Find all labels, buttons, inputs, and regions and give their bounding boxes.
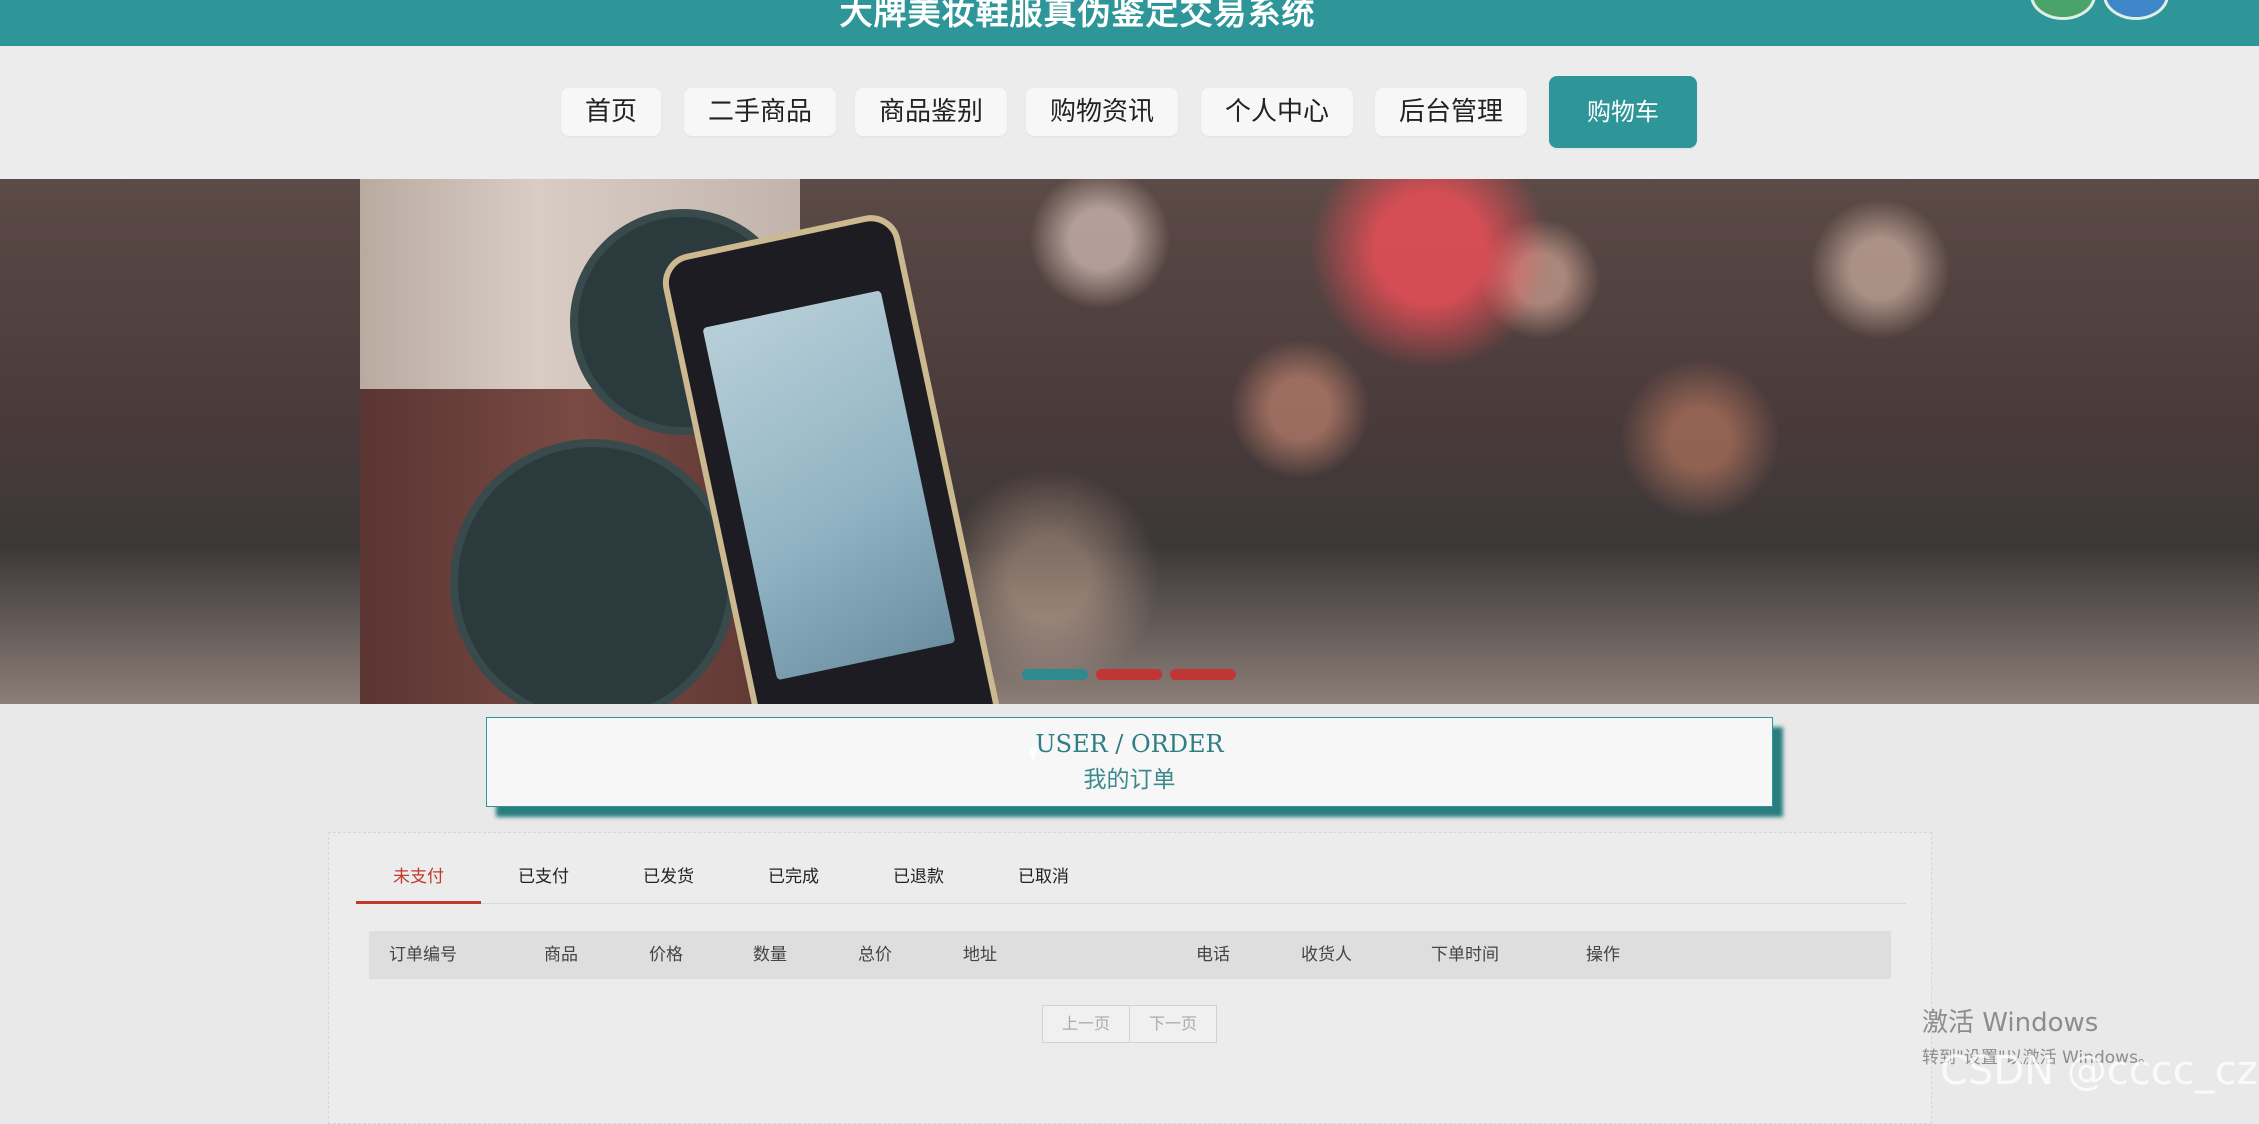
column-order-id: 订单编号 <box>389 945 457 965</box>
tab-shipped[interactable]: 已发货 <box>606 859 731 901</box>
orders-panel: 未支付 已支付 已发货 已完成 已退款 已取消 订单编号 商品 价格 数量 总价… <box>328 832 1932 1124</box>
nav-identify[interactable]: 商品鉴别 <box>855 88 1008 136</box>
prev-page-button[interactable]: 上一页 <box>1043 1006 1129 1042</box>
nav-news[interactable]: 购物资讯 <box>1026 88 1179 136</box>
order-status-tabs: 未支付 已支付 已发货 已完成 已退款 已取消 <box>356 859 1906 904</box>
carousel-dot-2[interactable] <box>1096 669 1162 680</box>
site-title: 大牌美妆鞋服真伪鉴定交易系统 <box>839 0 1316 32</box>
column-quantity: 数量 <box>753 945 787 965</box>
nav-admin[interactable]: 后台管理 <box>1375 88 1528 136</box>
section-title-en: USER / ORDER <box>1035 730 1224 758</box>
csdn-watermark: CSDN @cccc_cz <box>1940 1048 2258 1094</box>
nav-second-hand[interactable]: 二手商品 <box>684 88 837 136</box>
nav-home[interactable]: 首页 <box>561 88 662 136</box>
carousel-dot-3[interactable] <box>1170 669 1236 680</box>
top-header: 大牌美妆鞋服真伪鉴定交易系统 <box>0 0 2259 46</box>
column-address: 地址 <box>963 945 997 965</box>
column-receiver: 收货人 <box>1301 945 1352 965</box>
carousel-indicators <box>1022 665 1244 684</box>
section-title-cn: 我的订单 <box>1083 767 1176 793</box>
tab-completed[interactable]: 已完成 <box>731 859 856 901</box>
tab-cancelled[interactable]: 已取消 <box>981 859 1106 901</box>
tab-refunded[interactable]: 已退款 <box>856 859 981 901</box>
tab-unpaid[interactable]: 未支付 <box>356 859 481 904</box>
column-product: 商品 <box>544 945 578 965</box>
banner-carousel[interactable] <box>0 179 2259 704</box>
column-total: 总价 <box>858 945 892 965</box>
column-order-time: 下单时间 <box>1431 945 1499 965</box>
windows-activate-title: 激活 Windows <box>1922 1008 2099 1038</box>
next-page-button[interactable]: 下一页 <box>1129 1006 1216 1042</box>
column-phone: 电话 <box>1196 945 1230 965</box>
orders-table-header: 订单编号 商品 价格 数量 总价 地址 电话 收货人 下单时间 操作 <box>369 931 1891 979</box>
pagination: 上一页 下一页 <box>1042 1005 1217 1043</box>
banner-phone-screen <box>702 290 956 681</box>
tab-paid[interactable]: 已支付 <box>481 859 606 901</box>
column-actions: 操作 <box>1586 945 1620 965</box>
nav-user-center[interactable]: 个人中心 <box>1201 88 1354 136</box>
section-heading: USER / ORDER 我的订单 <box>486 717 1773 807</box>
main-nav: 首页 二手商品 商品鉴别 购物资讯 个人中心 后台管理 购物车 <box>0 46 2259 179</box>
carousel-dot-1[interactable] <box>1022 669 1088 680</box>
column-price: 价格 <box>649 945 683 965</box>
nav-cart-button[interactable]: 购物车 <box>1549 76 1697 148</box>
